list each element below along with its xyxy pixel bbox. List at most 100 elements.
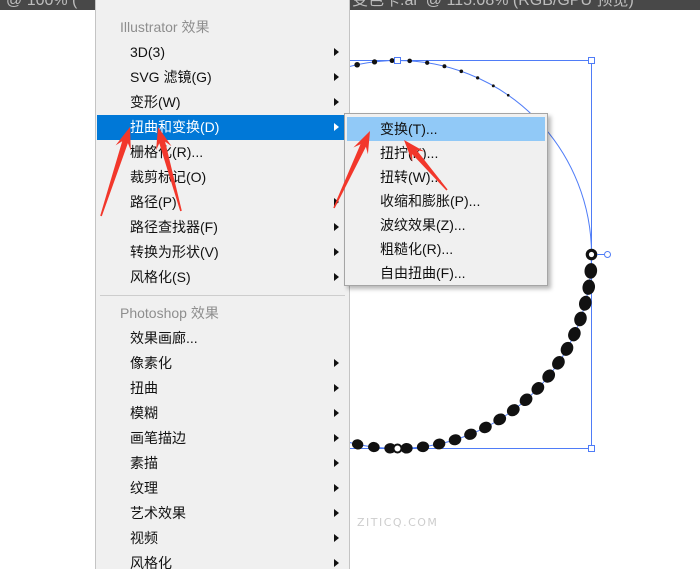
blend-dot-small [389, 58, 395, 64]
menu-item-artistic[interactable]: 艺术效果 [97, 501, 348, 526]
bounding-handle-top-right[interactable] [588, 57, 595, 64]
blend-dot [582, 279, 596, 295]
menu-item-label: 模糊 [130, 405, 158, 421]
menu-item-sketch[interactable]: 素描 [97, 451, 348, 476]
menu-item-video[interactable]: 视频 [97, 526, 348, 551]
submenu-item-zig-zag[interactable]: 波纹效果(Z)... [347, 213, 545, 237]
menu-item-label: 转换为形状(V) [130, 244, 219, 260]
submenu-arrow-icon [334, 484, 339, 492]
blend-dot [479, 421, 492, 434]
menu-item-label: 3D(3) [130, 44, 166, 60]
submenu-arrow-icon [334, 73, 339, 81]
watermark: ZITICQ.COM [357, 516, 439, 529]
blend-dot [542, 369, 556, 383]
menu-item-label: 变形(W) [130, 94, 181, 110]
menu-item-path[interactable]: 路径(P) [97, 190, 348, 215]
menu-item-label: 裁剪标记(O) [130, 169, 207, 185]
submenu-arrow-icon [334, 559, 339, 567]
blend-dot [584, 263, 598, 279]
menu-item-stylize-photoshop[interactable]: 风格化 [97, 551, 348, 569]
submenu-item-pucker-and-bloat[interactable]: 收缩和膨胀(P)... [347, 189, 545, 213]
menu-item-label: 扭曲和变换(D) [130, 119, 220, 135]
menu-item-label: 风格化(S) [130, 269, 191, 285]
bounding-handle-top-center[interactable] [394, 57, 401, 64]
menu-item-label: 视频 [130, 530, 158, 546]
submenu-arrow-icon [334, 273, 339, 281]
menu-item-crop-marks[interactable]: 裁剪标记(O) [97, 165, 348, 190]
direction-handle[interactable] [604, 251, 611, 258]
blend-dot [416, 441, 430, 453]
menu-item-texture[interactable]: 纹理 [97, 476, 348, 501]
blend-dot-small [371, 59, 378, 65]
blend-dot [568, 327, 581, 342]
menu-item-label: 像素化 [130, 355, 172, 371]
menu-item-label: 路径查找器(F) [130, 219, 218, 235]
submenu-arrow-icon [334, 459, 339, 467]
menu-item-distort[interactable]: 扭曲 [97, 376, 348, 401]
submenu-arrow-icon [334, 223, 339, 231]
submenu-arrow-icon [334, 409, 339, 417]
submenu-arrow-icon [334, 534, 339, 542]
blend-dot-small [407, 58, 412, 64]
menu-item-label: 栅格化(R)... [130, 144, 204, 160]
menu-item-svg-filters[interactable]: SVG 滤镜(G) [97, 65, 348, 90]
submenu-arrow-icon [334, 434, 339, 442]
photoshop-effects-header: Photoshop 效果 [120, 305, 219, 321]
anchor-point-bottom[interactable] [392, 443, 403, 454]
blend-dot-small [459, 69, 464, 74]
menu-item-brush-strokes[interactable]: 画笔描边 [97, 426, 348, 451]
submenu-arrow-icon [334, 123, 339, 131]
blend-dot [493, 413, 507, 426]
submenu-item-transform[interactable]: 变换(T)... [347, 117, 545, 141]
submenu-arrow-icon [334, 384, 339, 392]
submenu-arrow-icon [334, 509, 339, 517]
submenu-item-roughen[interactable]: 粗糙化(R)... [347, 237, 545, 261]
submenu-arrow-icon [334, 198, 339, 206]
menu-item-pathfinder[interactable]: 路径查找器(F) [97, 215, 348, 240]
blend-dots-large [336, 263, 598, 454]
menu-item-label: 纹理 [130, 480, 158, 496]
blend-dot-small [506, 93, 510, 97]
menu-separator [96, 290, 349, 301]
submenu-item-free-distort[interactable]: 自由扭曲(F)... [347, 261, 545, 285]
menu-item-label: 效果画廊... [130, 330, 198, 346]
blend-dot-small [425, 60, 430, 65]
menu-item-label: 素描 [130, 455, 158, 471]
distort-and-transform-submenu: 变换(T)... 扭拧(K)... 扭转(W)... 收缩和膨胀(P)... 波纹效果(… [344, 113, 548, 286]
blend-dot [464, 428, 477, 440]
menu-item-rasterize[interactable]: 栅格化(R)... [97, 140, 348, 165]
menu-item-blur[interactable]: 模糊 [97, 401, 348, 426]
blend-dot-small [442, 64, 447, 69]
submenu-arrow-icon [334, 359, 339, 367]
blend-dot [448, 434, 462, 446]
blend-dot [506, 404, 520, 417]
menu-item-label: 路径(P) [130, 194, 177, 210]
menu-item-label: 艺术效果 [130, 505, 186, 521]
blend-dot-small [476, 76, 480, 80]
effect-menu: Illustrator 效果 3D(3) SVG 滤镜(G) 变形(W) 扭曲和变换(D… [95, 0, 350, 569]
menu-item-effect-gallery[interactable]: 效果画廊... [97, 326, 348, 351]
menu-item-pixelate[interactable]: 像素化 [97, 351, 348, 376]
illustrator-effects-header: Illustrator 效果 [120, 19, 210, 35]
submenu-arrow-icon [334, 98, 339, 106]
submenu-item-twist[interactable]: 扭转(W)... [347, 165, 545, 189]
menu-item-convert-to-shape[interactable]: 转换为形状(V) [97, 240, 348, 265]
menu-item-label: 风格化 [130, 555, 172, 569]
menu-item-stylize[interactable]: 风格化(S) [97, 265, 348, 290]
menu-item-distort-and-transform[interactable]: 扭曲和变换(D) [97, 115, 348, 140]
submenu-arrow-icon [334, 248, 339, 256]
blend-dot [574, 311, 587, 327]
submenu-item-tweak[interactable]: 扭拧(K)... [347, 141, 545, 165]
blend-dot [552, 356, 565, 370]
bounding-handle-bottom-right[interactable] [588, 445, 595, 452]
menu-item-label: 扭曲 [130, 380, 158, 396]
blend-dot-small [354, 61, 360, 68]
blend-dot [579, 295, 592, 311]
blend-dot [560, 341, 574, 356]
submenu-arrow-icon [334, 48, 339, 56]
menu-item-3d[interactable]: 3D(3) [97, 40, 348, 65]
anchor-point-right-center [588, 251, 595, 258]
menu-item-label: SVG 滤镜(G) [130, 69, 212, 85]
menu-item-label: 画笔描边 [130, 430, 186, 446]
menu-item-warp[interactable]: 变形(W) [97, 90, 348, 115]
